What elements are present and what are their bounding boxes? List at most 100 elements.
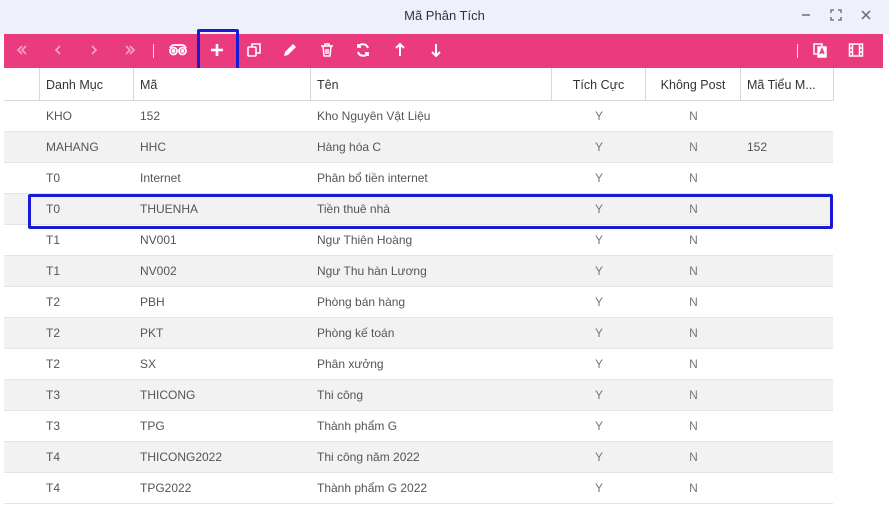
arrow-up-icon [392, 42, 408, 61]
ten-cell: Thành phẩm G [317, 419, 398, 433]
danh-muc-cell: T1 [46, 264, 61, 278]
minimize-icon [800, 9, 812, 24]
last-page-button[interactable] [116, 34, 144, 68]
ten-cell: Kho Nguyên Vật Liệu [317, 109, 431, 123]
ma-tieu-muc-cell [741, 225, 834, 255]
double-chevron-right-icon [122, 42, 138, 61]
khong-post-cell: N [689, 450, 698, 464]
close-button[interactable] [856, 6, 876, 26]
edit-button[interactable] [276, 34, 304, 68]
ten-cell: Ngư Thiên Hoàng [317, 233, 413, 247]
danh-muc-cell: KHO [46, 109, 73, 123]
tich-cuc-cell: Y [594, 450, 603, 464]
tich-cuc-cell: Y [594, 140, 603, 154]
column-header-ma-tieu-muc[interactable]: Mã Tiểu M... [741, 68, 834, 101]
maximize-button[interactable] [826, 6, 846, 26]
double-chevron-left-icon [14, 42, 30, 61]
column-header-khong-post[interactable]: Không Post [646, 68, 741, 101]
close-icon [860, 9, 872, 24]
view-button[interactable] [164, 34, 192, 68]
ten-cell: Thi công [317, 388, 364, 402]
tich-cuc-cell: Y [594, 481, 603, 495]
danh-muc-cell: MAHANG [46, 140, 99, 154]
table-row[interactable]: T2 PKT Phòng kế toán Y N [4, 318, 833, 349]
table-row[interactable]: MAHANG HHC Hàng hóa C Y N 152 [4, 132, 833, 163]
window-title: Mã Phân Tích [404, 8, 485, 23]
table-row[interactable]: T2 SX Phân xưởng Y N [4, 349, 833, 380]
tich-cuc-cell: Y [594, 202, 603, 216]
ten-cell: Hàng hóa C [317, 140, 382, 154]
ten-cell: Ngư Thu hàn Lương [317, 264, 427, 278]
tich-cuc-cell: Y [594, 357, 603, 371]
film-icon [848, 42, 864, 61]
chevron-right-icon [86, 42, 102, 61]
first-page-button[interactable] [8, 34, 36, 68]
ma-tieu-muc-cell [741, 194, 834, 224]
table-row[interactable]: T3 TPG Thành phẩm G Y N [4, 411, 833, 442]
tich-cuc-cell: Y [594, 295, 603, 309]
danh-muc-cell: T3 [46, 419, 61, 433]
table-row[interactable]: T0 Internet Phân bổ tiền internet Y N [4, 163, 833, 194]
ten-cell: Phòng bán hàng [317, 295, 406, 309]
danh-muc-cell: T3 [46, 388, 61, 402]
table-row[interactable]: T4 THICONG2022 Thi công năm 2022 Y N [4, 442, 833, 473]
khong-post-cell: N [689, 202, 698, 216]
ma-tieu-muc-cell [741, 380, 834, 410]
table-row[interactable]: T2 PBH Phòng bán hàng Y N [4, 287, 833, 318]
tich-cuc-cell: Y [594, 388, 603, 402]
binoculars-icon [168, 42, 188, 61]
table-row[interactable]: T4 TPG2022 Thành phẩm G 2022 Y N [4, 473, 833, 504]
copy-button[interactable] [240, 34, 268, 68]
tich-cuc-cell: Y [594, 171, 603, 185]
khong-post-cell: N [689, 481, 698, 495]
refresh-button[interactable] [349, 34, 377, 68]
ma-tieu-muc-cell [741, 163, 834, 193]
ma-tieu-muc-cell [741, 318, 834, 348]
row-indicator-header [4, 68, 40, 101]
danh-muc-cell: T4 [46, 450, 61, 464]
column-header-ma[interactable]: Mã [134, 68, 311, 101]
next-page-button[interactable] [80, 34, 108, 68]
tich-cuc-cell: Y [594, 419, 603, 433]
ma-tieu-muc-cell [741, 256, 834, 286]
danh-muc-cell: T0 [46, 202, 61, 216]
ma-cell: SX [140, 357, 157, 371]
trash-icon [319, 42, 335, 61]
ma-cell: NV001 [140, 233, 177, 247]
ma-tieu-muc-cell [741, 442, 834, 472]
tich-cuc-cell: Y [594, 109, 603, 123]
table-row[interactable]: T1 NV002 Ngư Thu hàn Lương Y N [4, 256, 833, 287]
ten-cell: Phân xưởng [317, 357, 384, 371]
toolbar-separator [797, 44, 798, 58]
tich-cuc-cell: Y [594, 233, 603, 247]
translate-button[interactable] [806, 34, 834, 68]
move-down-button[interactable] [422, 34, 450, 68]
table-row[interactable]: KHO 152 Kho Nguyên Vật Liệu Y N [4, 101, 833, 132]
chevron-left-icon [50, 42, 66, 61]
refresh-icon [355, 42, 371, 61]
table-header: Danh Mục Mã Tên Tích Cực Không Post Mã T… [4, 68, 834, 101]
pencil-icon [282, 42, 298, 61]
tich-cuc-cell: Y [594, 326, 603, 340]
prev-page-button[interactable] [44, 34, 72, 68]
minimize-button[interactable] [796, 6, 816, 26]
column-header-ten[interactable]: Tên [311, 68, 552, 101]
table-row[interactable]: T0 THUENHA Tiền thuê nhà Y N [4, 194, 833, 225]
arrow-down-icon [428, 42, 444, 61]
title-bar: Mã Phân Tích [0, 0, 889, 34]
table-row[interactable]: T1 NV001 Ngư Thiên Hoàng Y N [4, 225, 833, 256]
ma-cell: TPG2022 [140, 481, 192, 495]
delete-button[interactable] [313, 34, 341, 68]
film-button[interactable] [842, 34, 870, 68]
ma-tieu-muc-cell [741, 473, 834, 503]
ma-cell: NV002 [140, 264, 177, 278]
table-row[interactable]: T3 THICONG Thi công Y N [4, 380, 833, 411]
danh-muc-cell: T2 [46, 295, 61, 309]
column-header-danh-muc[interactable]: Danh Mục [40, 68, 134, 101]
column-header-tich-cuc[interactable]: Tích Cực [552, 68, 646, 101]
move-up-button[interactable] [386, 34, 414, 68]
ten-cell: Thi công năm 2022 [317, 450, 420, 464]
ten-cell: Tiền thuê nhà [317, 202, 390, 216]
add-button[interactable] [203, 34, 231, 68]
danh-muc-cell: T0 [46, 171, 61, 185]
